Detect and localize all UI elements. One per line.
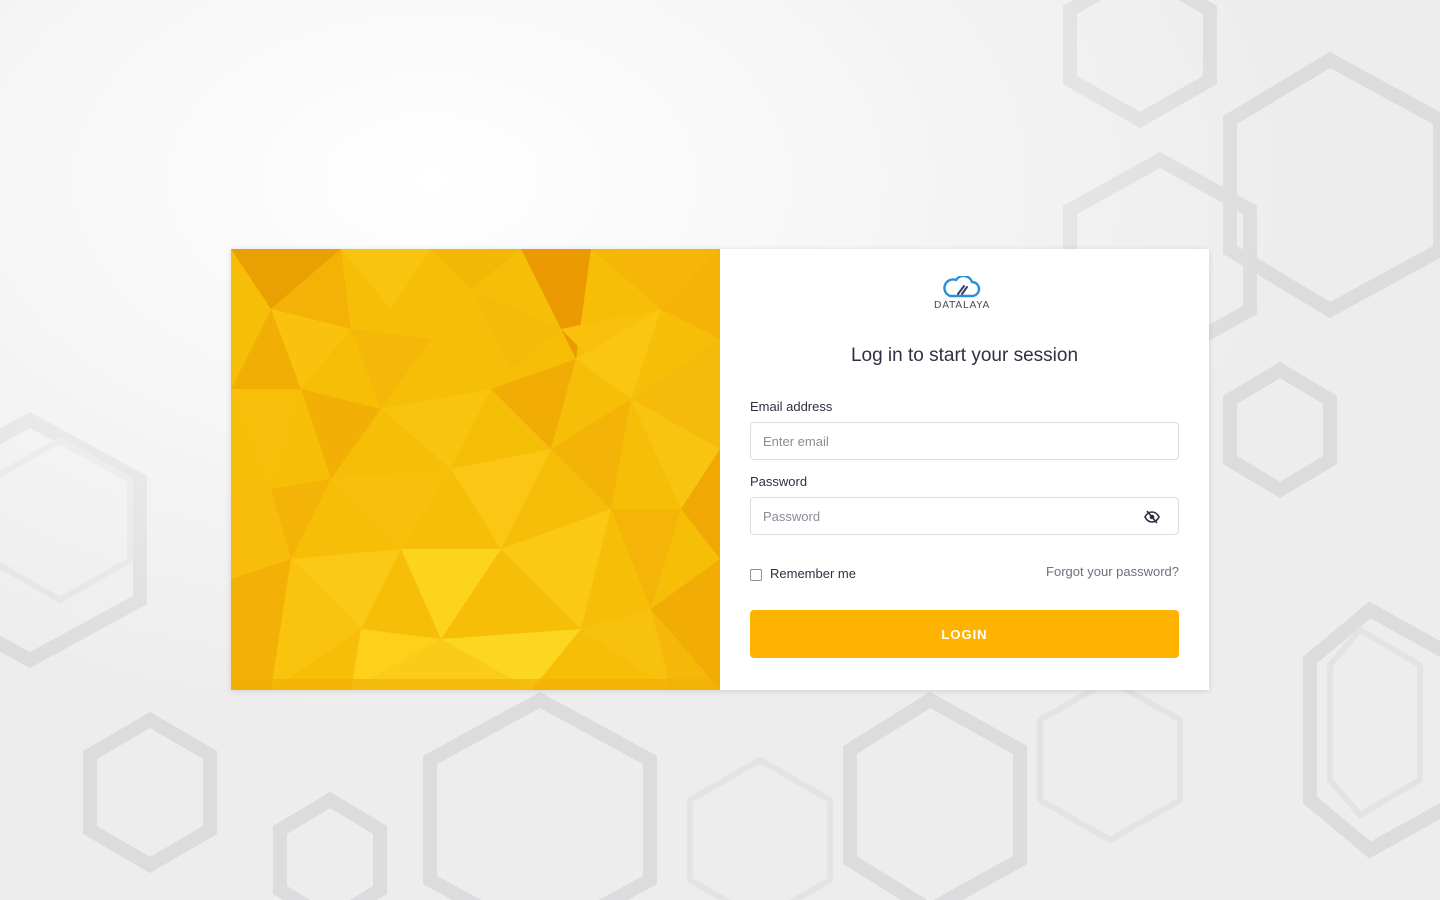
- login-panel: DATALAYA Log in to start your session Em…: [720, 249, 1209, 690]
- login-card: DATALAYA Log in to start your session Em…: [231, 249, 1209, 690]
- email-field-wrapper: [750, 422, 1179, 460]
- brand-name: DATALAYA: [933, 300, 991, 311]
- password-label: Password: [750, 474, 808, 489]
- password-input[interactable]: [751, 498, 1131, 534]
- eye-slash-icon[interactable]: [1144, 510, 1160, 524]
- cloud-logo-icon: [943, 274, 981, 298]
- email-input[interactable]: [751, 423, 1131, 459]
- decorative-polygon-art: [231, 249, 720, 690]
- remember-me: Remember me: [750, 565, 856, 581]
- email-label: Email address: [750, 399, 833, 414]
- login-title: Log in to start your session: [850, 345, 1079, 366]
- remember-checkbox[interactable]: [750, 569, 762, 581]
- brand-logo: DATALAYA: [928, 274, 996, 314]
- login-button[interactable]: LOGIN: [750, 610, 1179, 658]
- password-field-wrapper: [750, 497, 1179, 535]
- remember-label[interactable]: Remember me: [770, 566, 856, 581]
- forgot-password-link[interactable]: Forgot your password?: [1046, 564, 1179, 579]
